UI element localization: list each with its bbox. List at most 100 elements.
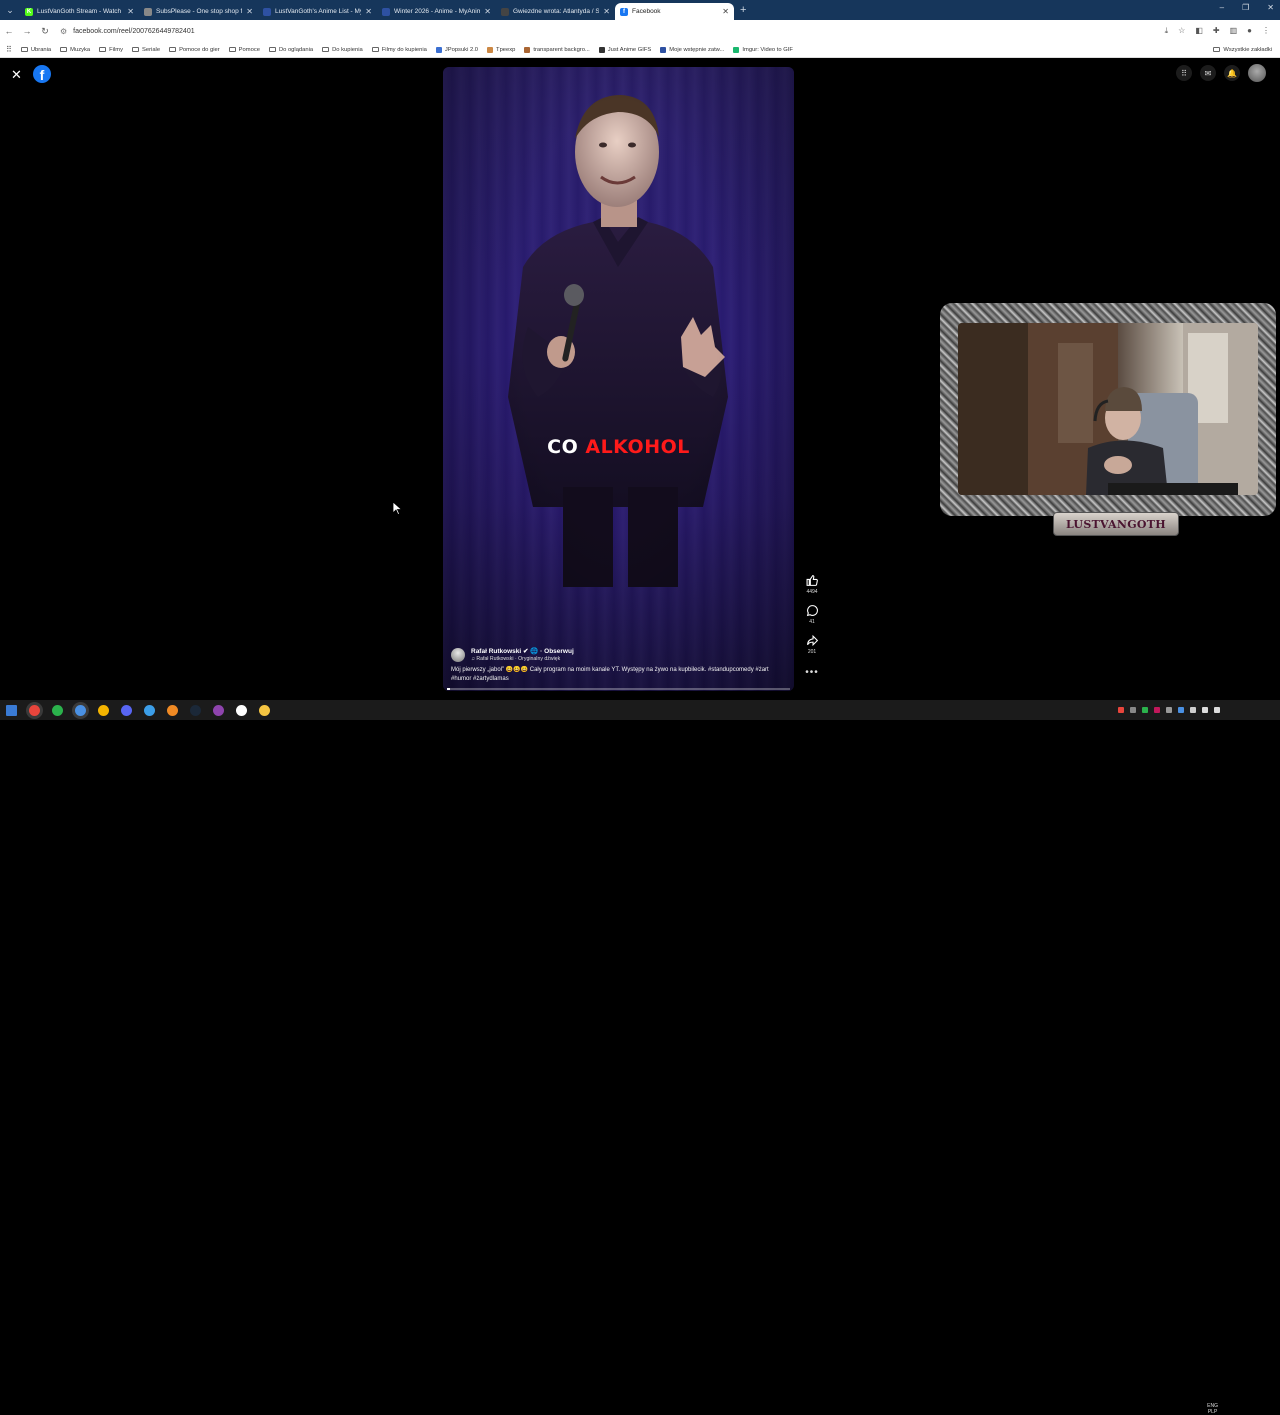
chrome-taskbar-icon[interactable]: [29, 704, 40, 716]
bookmark-item[interactable]: Pomoce do gier: [169, 47, 220, 53]
video-progress-bar[interactable]: [447, 688, 790, 690]
site-info-icon[interactable]: ⚙: [60, 27, 67, 36]
browser-tab[interactable]: LustVanGoth's Anime List - My ✕: [258, 3, 377, 20]
url-field[interactable]: ⚙ facebook.com/reel/2007626449782401: [60, 27, 1165, 36]
steam-taskbar-icon[interactable]: [190, 704, 201, 716]
bookmark-item[interactable]: Seriale: [132, 47, 160, 53]
obs-taskbar-icon[interactable]: [236, 704, 247, 716]
language-indicator[interactable]: ENG PLP: [1207, 1403, 1218, 1415]
start-taskbar-icon[interactable]: [6, 704, 17, 716]
minimize-icon[interactable]: –: [1220, 3, 1224, 12]
folder-icon: [1213, 47, 1221, 52]
comment-button[interactable]: 41: [806, 604, 819, 625]
volume-icon[interactable]: [1214, 707, 1220, 713]
all-bookmarks-folder[interactable]: Wszystkie zakładki: [1213, 47, 1272, 53]
bookmark-item[interactable]: Muzyka: [60, 47, 90, 53]
tab-close-icon[interactable]: ✕: [603, 7, 610, 16]
bookmark-item[interactable]: Just Anime GIFS: [598, 46, 651, 53]
author-name[interactable]: Rafał Rutkowski ✔ 🌐 · Obserwuj: [471, 647, 574, 655]
apps-grid-icon[interactable]: ⠿: [6, 45, 12, 54]
share-count: 201: [807, 649, 817, 655]
tab-close-icon[interactable]: ✕: [722, 7, 729, 16]
bookmark-item[interactable]: Moje wstępnie zatw...: [660, 46, 724, 53]
bookmark-list: Ubrania Muzyka Filmy Seriale Pomoce do gier P…: [20, 46, 793, 53]
browser-tab[interactable]: Winter 2026 - Anime - MyAnim ✕: [377, 3, 496, 20]
extensions-puzzle-icon[interactable]: ✚: [1213, 26, 1220, 36]
tray-icon[interactable]: [1154, 707, 1160, 713]
bookmark-item[interactable]: Do oglądania: [268, 46, 314, 53]
reload-icon[interactable]: ↻: [36, 26, 54, 37]
tray-icon[interactable]: [1166, 707, 1172, 713]
tab-close-icon[interactable]: ✕: [365, 7, 372, 16]
bookmark-item[interactable]: Pomoce: [228, 47, 260, 53]
install-icon[interactable]: ⤓: [1165, 26, 1169, 36]
browser-tab[interactable]: Gwiezdne wrota: Atlantyda / St ✕: [496, 3, 615, 20]
more-options-icon[interactable]: •••: [805, 667, 819, 678]
back-icon[interactable]: ←: [0, 26, 18, 36]
bookmark-item[interactable]: transparent backgro...: [524, 46, 590, 53]
like-button[interactable]: 4494: [806, 574, 819, 595]
bookmark-item[interactable]: Do kupienia: [322, 47, 363, 53]
browser-tab[interactable]: K LustVanGoth Stream - Watch L ✕: [20, 3, 139, 20]
bookmark-item[interactable]: JPopsuki 2.0: [435, 46, 478, 53]
folder-icon: [228, 47, 236, 52]
tab-title: Gwiezdne wrota: Atlantyda / St: [513, 8, 600, 15]
facebook-logo-icon[interactable]: f: [33, 65, 51, 83]
video-subtitle: CO ALKOHOL: [443, 436, 794, 458]
bookmark-item[interactable]: Filmy: [99, 47, 123, 53]
tab-favicon-icon: [382, 7, 390, 16]
site-favicon-icon: [524, 46, 531, 53]
tray-icon[interactable]: [1118, 707, 1124, 713]
bookmark-item[interactable]: Imgur: Video to GIF: [733, 46, 793, 53]
messenger-icon[interactable]: ✉: [1200, 65, 1216, 81]
tab-close-icon[interactable]: ✕: [246, 7, 253, 16]
tray-icon[interactable]: [1142, 707, 1148, 713]
new-tab-button[interactable]: +: [740, 4, 746, 16]
share-button[interactable]: 201: [806, 634, 819, 655]
close-window-icon[interactable]: ✕: [1267, 3, 1274, 12]
keyboard-layout: PLP: [1207, 1409, 1218, 1415]
menu-kebab-icon[interactable]: ⋮: [1262, 26, 1270, 36]
bookmark-label: Do oglądania: [278, 46, 314, 53]
app-green-taskbar-icon[interactable]: [52, 704, 63, 716]
app-teal-taskbar-icon[interactable]: [144, 704, 155, 716]
tab-search-icon[interactable]: ⌄: [0, 0, 20, 20]
tab-favicon-icon: K: [25, 7, 33, 16]
bookmark-star-icon[interactable]: ☆: [1178, 26, 1185, 36]
close-icon[interactable]: ✕: [11, 67, 22, 83]
tab-favicon-icon: [263, 7, 271, 16]
reel-video[interactable]: CO ALKOHOL Rafał Rutkowski ✔ 🌐 · Obserwu…: [443, 67, 794, 691]
browser-tab[interactable]: SubsPlease - One stop shop fo ✕: [139, 3, 258, 20]
author-avatar[interactable]: [451, 647, 465, 662]
wifi-icon[interactable]: [1202, 707, 1208, 713]
app-blue-taskbar-icon[interactable]: [75, 704, 86, 716]
tray-icon[interactable]: [1178, 707, 1184, 713]
bookmark-label: Tpeexp: [496, 46, 516, 53]
discord-taskbar-icon[interactable]: [121, 704, 132, 716]
maximize-icon[interactable]: ❐: [1242, 3, 1249, 12]
account-avatar[interactable]: [1248, 64, 1266, 82]
profile-icon[interactable]: ●: [1247, 26, 1252, 36]
tab-title: SubsPlease - One stop shop fo: [156, 8, 243, 15]
tray-icon[interactable]: [1190, 707, 1196, 713]
app-yellow-taskbar-icon[interactable]: [98, 704, 109, 716]
explorer-taskbar-icon[interactable]: [259, 704, 270, 716]
sound-label[interactable]: ♫ Rafał Rutkowski · Oryginalny dźwięk: [471, 656, 574, 662]
app-purple-taskbar-icon[interactable]: [213, 704, 224, 716]
bookmark-item[interactable]: Tpeexp: [487, 46, 516, 53]
notifications-bell-icon[interactable]: 🔔: [1224, 65, 1240, 81]
address-bar-actions: ⤓ ☆ ◧ ✚ ▥ ● ⋮: [1165, 26, 1270, 36]
tray-icon[interactable]: [1130, 707, 1136, 713]
tab-close-icon[interactable]: ✕: [127, 7, 134, 16]
bookmark-item[interactable]: Ubrania: [20, 46, 52, 53]
menu-grid-icon[interactable]: ⠿: [1176, 65, 1192, 81]
vlc-taskbar-icon[interactable]: [167, 704, 178, 716]
bookmark-item[interactable]: Filmy do kupienia: [371, 47, 427, 53]
extension-icon[interactable]: ◧: [1195, 26, 1203, 36]
bookmark-label: Ubrania: [30, 46, 52, 53]
subtitle-word-1: CO: [547, 436, 579, 458]
browser-tab[interactable]: f Facebook ✕: [615, 3, 734, 20]
forward-icon[interactable]: →: [18, 26, 36, 36]
tab-close-icon[interactable]: ✕: [484, 7, 491, 16]
sidebar-icon[interactable]: ▥: [1230, 26, 1238, 36]
